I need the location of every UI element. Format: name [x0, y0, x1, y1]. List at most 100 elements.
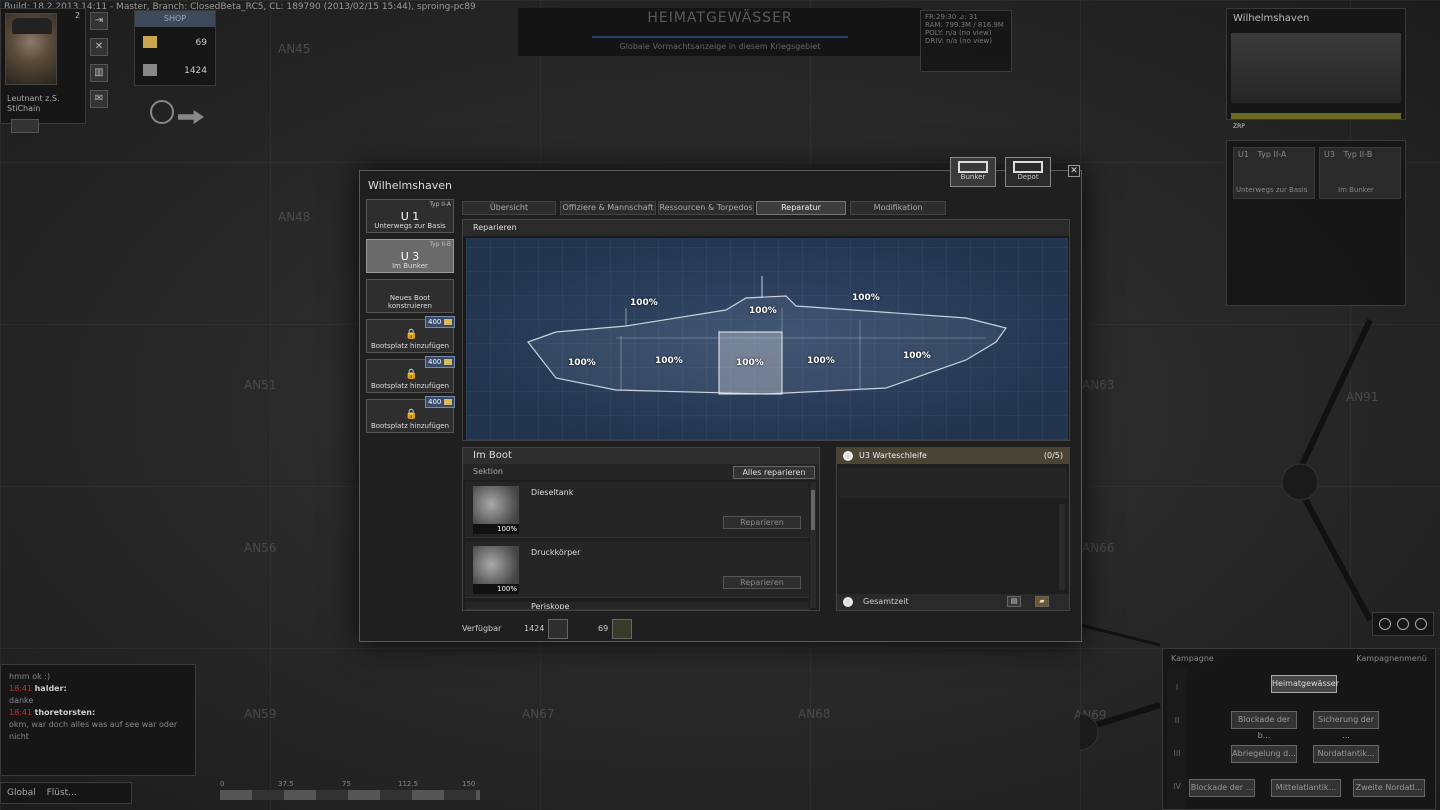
scale-label: 112.5 [398, 780, 419, 788]
queue-scrollbar[interactable] [1059, 504, 1065, 590]
scale-label: 0 [220, 780, 225, 788]
stopwatch-icon[interactable] [150, 100, 174, 124]
add-slot-button[interactable]: 400 🔒 Bootsplatz hinzufügen [366, 316, 455, 353]
in-boat-panel: Im Boot Sektion Alles reparieren 100% Di… [462, 447, 820, 611]
officer-level: 2 [75, 11, 81, 20]
chat-tab-whisper[interactable]: Flüst... [47, 788, 77, 798]
exit-icon[interactable]: ⇥ [90, 12, 108, 30]
section-scrollbar[interactable] [810, 482, 816, 608]
campaign-node[interactable]: Sicherung der ... [1313, 711, 1379, 740]
map-grid-label: AN68 [798, 707, 831, 721]
tab-repair[interactable]: Reparatur [756, 201, 846, 215]
trash-icon[interactable]: ▤ [1007, 596, 1021, 607]
chat-panel: hmm ok :) 18:41 halder: danke 18:41 thor… [0, 664, 196, 776]
add-gold-icon[interactable] [612, 619, 632, 639]
campaign-node[interactable]: Zweite Nordatl... [1353, 779, 1425, 797]
debug-line: POLY: n/a (no view) [925, 29, 992, 37]
repair-all-button[interactable]: Alles reparieren [733, 466, 815, 479]
book-icon[interactable]: ▥ [90, 64, 108, 82]
campaign-header: Kampagne [1171, 654, 1214, 663]
hull-percent: 100% [568, 358, 596, 368]
campaign-node[interactable]: Blockade der b... [1231, 711, 1297, 740]
rotate-icon[interactable] [1379, 618, 1391, 630]
add-slot-button[interactable]: 400 🔒 Bootsplatz hinzufügen [366, 396, 455, 433]
shop-panel: SHOP 69 1424 [134, 10, 216, 86]
hull-percent: 100% [903, 351, 931, 361]
crew-icon[interactable] [11, 119, 39, 133]
boat-slot-u3[interactable]: Typ II-B U 3 Im Bunker [366, 239, 454, 273]
boat-card[interactable]: U3 Typ II-B Im Bunker [1319, 147, 1401, 199]
shop-gold-row: 69 [135, 31, 215, 55]
campaign-panel: Kampagne Kampagnenmenü I II III IV Heima… [1162, 648, 1436, 810]
tab-officers[interactable]: Offiziere & Mannschaft [560, 201, 656, 215]
close-icon[interactable]: ✕ [1068, 165, 1080, 177]
boat-card-type: Typ II-A [1257, 150, 1287, 159]
available-gold: 69 [598, 624, 609, 633]
map-grid-label: AN48 [278, 210, 311, 224]
campaign-levels: I II III IV [1167, 669, 1187, 809]
tab-modification[interactable]: Modifikation [850, 201, 946, 215]
boat-type: Typ II-A [429, 201, 451, 208]
hull-percent: 100% [807, 356, 835, 366]
new-boat-button[interactable]: Neues Boot konstruieren [366, 279, 454, 313]
shop-tab[interactable]: SHOP [135, 11, 215, 27]
section-row[interactable]: 100% Druckkörper Reparieren [465, 542, 809, 598]
campaign-node[interactable]: Heimatgewässer [1271, 675, 1339, 693]
available-label: Verfügbar [462, 624, 502, 633]
boat-card[interactable]: U1 Typ II-A Unterwegs zur Basis [1233, 147, 1315, 199]
zoom-in-icon[interactable] [1397, 618, 1409, 630]
debug-line: DRIV: n/a (no view) [925, 37, 992, 45]
boat-card-id: U3 [1324, 150, 1335, 159]
bunker-label: Bunker [960, 173, 986, 181]
debug-line: FR:29:30 ⊿: 31 [925, 13, 978, 21]
chat-tab-global[interactable]: Global [7, 788, 36, 798]
repair-button[interactable]: Reparieren [723, 516, 801, 529]
officer-portrait[interactable] [5, 13, 57, 85]
shop-credits-row: 1424 [135, 59, 215, 83]
slot-cost: 400 [425, 356, 455, 368]
gold-speedup-icon[interactable]: ▰ [1035, 596, 1049, 607]
gold-icon [143, 36, 157, 48]
section-name: Druckkörper [531, 548, 581, 557]
slot-label: Bootsplatz hinzufügen [370, 422, 450, 430]
campaign-node[interactable]: Blockade der ... [1189, 779, 1255, 797]
mail-icon[interactable]: ✉ [90, 90, 108, 108]
repair-panel: Reparieren 100% 100% 100% 100% 100% 100%… [462, 219, 1070, 441]
campaign-node[interactable]: Abriegelung d... [1231, 745, 1297, 763]
boat-status: Unterwegs zur Basis [374, 222, 446, 230]
section-percent: 100% [473, 524, 519, 534]
boat-type: Typ II-B [429, 241, 451, 248]
map-grid-label: AN51 [244, 378, 277, 392]
tab-resources[interactable]: Ressourcen & Torpedos [658, 201, 754, 215]
lock-icon: 🔒 [405, 409, 418, 420]
section-row[interactable]: 100% Dieseltank Reparieren [465, 482, 809, 538]
bunker-button[interactable]: Bunker [950, 157, 996, 187]
tab-overview[interactable]: Übersicht [462, 201, 556, 215]
boats-overview-panel: U1 Typ II-A Unterwegs zur Basis U3 Typ I… [1226, 140, 1406, 306]
hull-percent: 100% [852, 293, 880, 303]
tools-icon[interactable]: ✕ [90, 38, 108, 56]
map-grid-label: AN67 [522, 707, 555, 721]
depot-button[interactable]: Depot [1005, 157, 1051, 187]
officer-panel[interactable]: 2 Leutnant z.S. StiChain [0, 8, 86, 133]
chat-tabs: Global Flüst... [0, 782, 132, 804]
section-row[interactable]: Periskope [465, 602, 809, 610]
slot-cost: 400 [425, 396, 455, 408]
zoom-out-icon[interactable] [1415, 618, 1427, 630]
campaign-menu-button[interactable]: Kampagnenmenü [1356, 654, 1427, 663]
chat-line: 18:41 halder: [9, 683, 187, 695]
scale-label: 75 [342, 780, 351, 788]
add-slot-button[interactable]: 400 🔒 Bootsplatz hinzufügen [366, 356, 455, 393]
chat-time: 18:41 [9, 708, 33, 717]
repair-button[interactable]: Reparieren [723, 576, 801, 589]
submarine-blueprint: 100% 100% 100% 100% 100% 100% 100% 100% [466, 238, 1068, 440]
officer-rank: Leutnant z.S. [7, 94, 60, 103]
port-image [1231, 33, 1401, 103]
section-name: Dieseltank [531, 488, 574, 497]
side-toolbar: ⇥ ✕ ▥ ✉ [90, 12, 110, 116]
campaign-node[interactable]: Nordatlantik... [1313, 745, 1379, 763]
boat-slot-u1[interactable]: Typ II-A U 1 Unterwegs zur Basis [366, 199, 454, 233]
base-dialog: Wilhelmshaven Bunker Depot ✕ Typ II-A U … [359, 157, 1082, 642]
campaign-node[interactable]: Mittelatlantik... [1271, 779, 1341, 797]
debug-overlay: FR:29:30 ⊿: 31 RAM: 799.3M / 816.9M POLY… [920, 10, 1012, 72]
